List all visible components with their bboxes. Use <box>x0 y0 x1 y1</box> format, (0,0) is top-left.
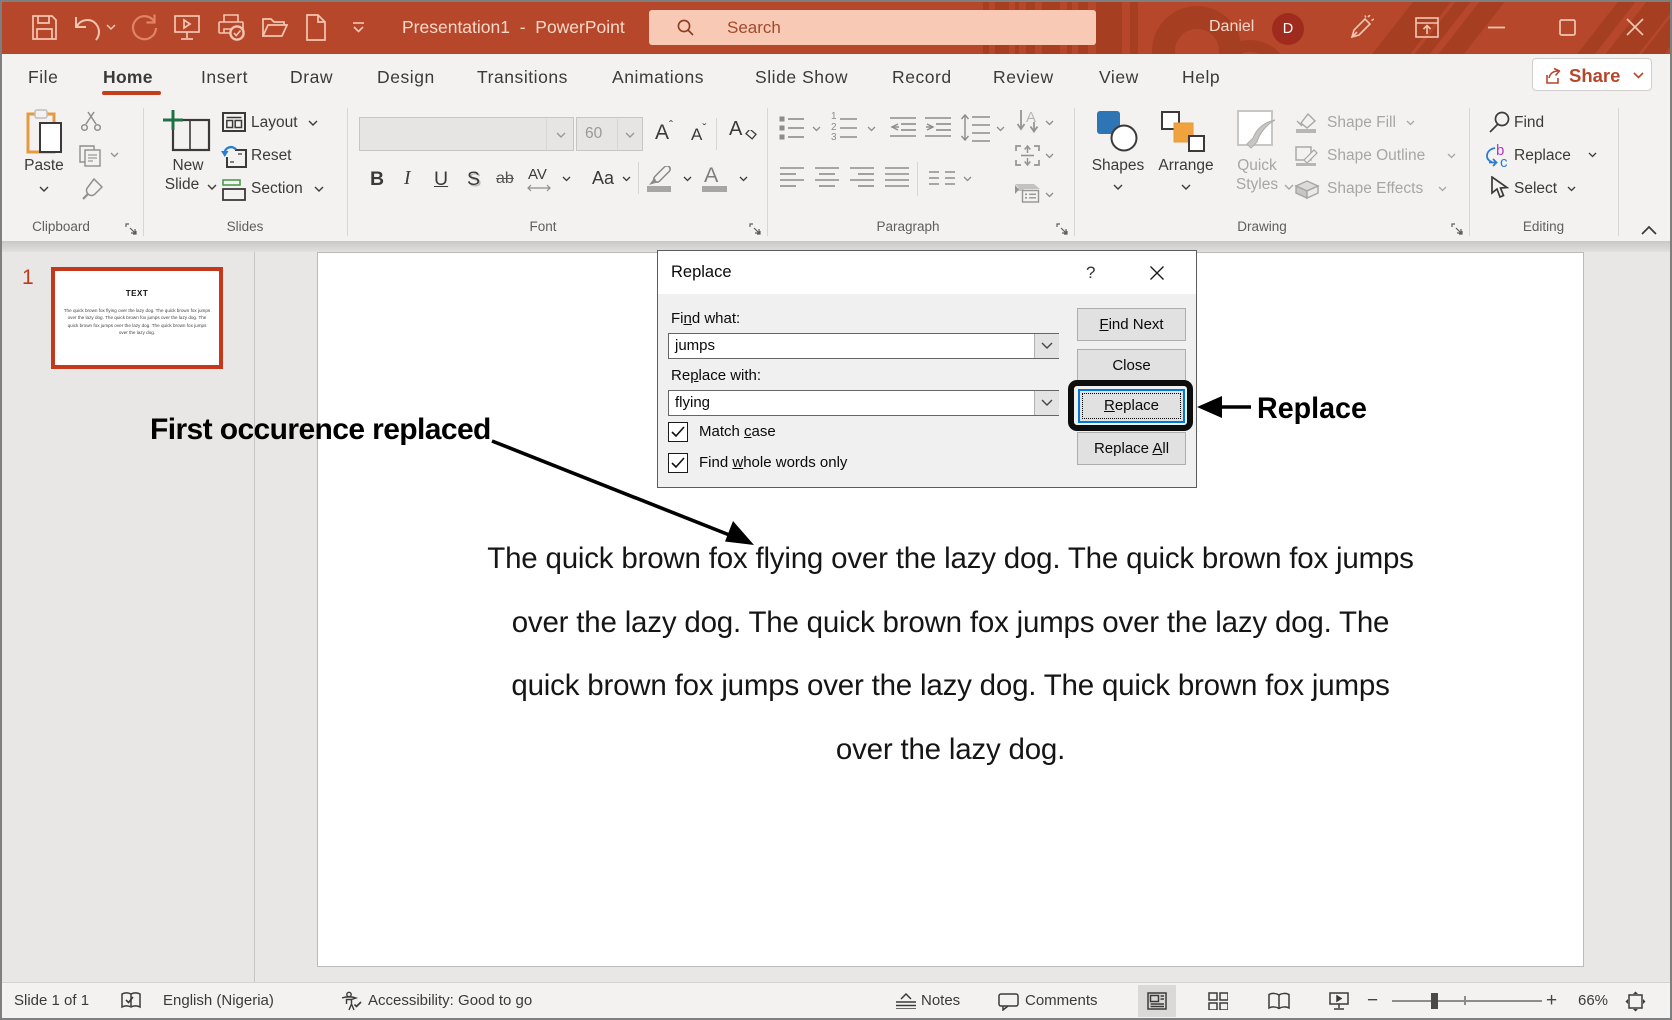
svg-text:c: c <box>1500 154 1508 170</box>
